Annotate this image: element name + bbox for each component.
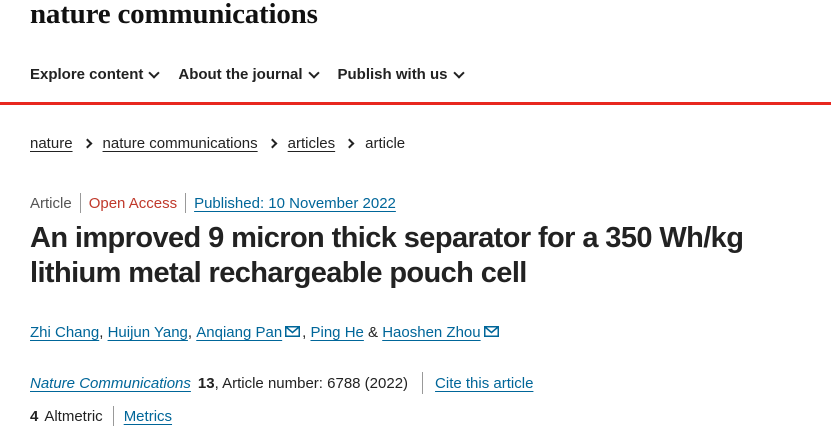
published-date-link[interactable]: Published: 10 November 2022: [194, 195, 396, 212]
altmetric-label: Altmetric: [44, 407, 103, 425]
chevron-right-icon: [82, 138, 92, 149]
article-number: , Article number: 6788 (2022): [214, 374, 409, 392]
article-meta: Article Open Access Published: 10 Novemb…: [30, 193, 396, 213]
breadcrumb-nature-communications[interactable]: nature communications: [103, 135, 258, 152]
metrics-link[interactable]: Metrics: [124, 408, 172, 425]
nav-about-journal-label: About the journal: [178, 66, 303, 83]
author-separator: ,: [187, 324, 197, 341]
chevron-right-icon: [267, 138, 278, 149]
divider: [112, 406, 114, 426]
chevron-down-icon: [452, 66, 465, 79]
author-separator: ,: [99, 324, 108, 341]
main-nav: Explore content About the journal Publis…: [30, 66, 483, 83]
chevron-down-icon: [307, 66, 320, 79]
author-list: Zhi Chang , Huijun Yang , Anqiang Pan , …: [30, 324, 501, 341]
breadcrumb: nature nature communications articles ar…: [30, 135, 405, 152]
divider: [185, 193, 187, 213]
author-link[interactable]: Ping He: [311, 324, 364, 341]
mail-icon[interactable]: [285, 325, 301, 337]
divider: [422, 372, 424, 394]
article-title: An improved 9 micron thick separator for…: [30, 222, 744, 289]
divider: [79, 193, 81, 213]
chevron-right-icon: [344, 138, 355, 149]
nav-publish-with-us-label: Publish with us: [337, 66, 448, 83]
nav-about-journal[interactable]: About the journal: [178, 66, 320, 83]
journal-logo[interactable]: nature communications: [30, 0, 318, 31]
metrics-bar: 4 Altmetric Metrics: [30, 406, 172, 426]
header-divider: [0, 102, 831, 105]
author-link[interactable]: Anqiang Pan: [196, 324, 282, 341]
altmetric-score: 4: [30, 407, 39, 425]
breadcrumb-nature[interactable]: nature: [30, 135, 73, 152]
cite-this-article-link[interactable]: Cite this article: [435, 375, 533, 392]
journal-link[interactable]: Nature Communications: [30, 375, 191, 392]
citation-line: Nature Communications 13 , Article numbe…: [30, 372, 533, 394]
author-link[interactable]: Zhi Chang: [30, 324, 99, 341]
open-access-badge: Open Access: [88, 194, 178, 212]
nav-explore-content-label: Explore content: [30, 66, 144, 83]
author-separator: ,: [302, 324, 311, 341]
volume-number: 13: [197, 374, 215, 392]
mail-icon[interactable]: [483, 325, 499, 337]
article-type: Article: [30, 194, 72, 212]
breadcrumb-current: article: [365, 135, 406, 152]
author-link[interactable]: Haoshen Zhou: [382, 324, 480, 341]
nav-explore-content[interactable]: Explore content: [30, 66, 161, 83]
chevron-down-icon: [148, 66, 161, 79]
breadcrumb-articles[interactable]: articles: [288, 135, 336, 152]
author-link[interactable]: Huijun Yang: [108, 324, 188, 341]
nav-publish-with-us[interactable]: Publish with us: [337, 66, 465, 83]
author-separator: &: [363, 324, 383, 341]
